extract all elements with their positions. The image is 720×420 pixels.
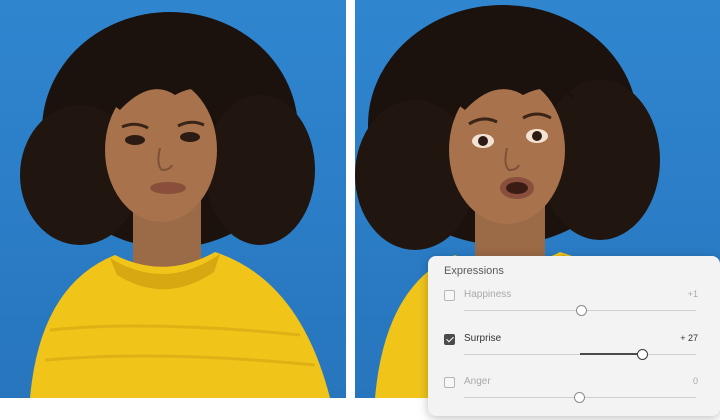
slider-thumb[interactable] [576,305,588,316]
photo-before [0,0,346,398]
expressions-panel: Expressions Happiness +1 Surprise + 27 A… [428,256,720,416]
expression-row-happiness: Happiness +1 [428,289,720,324]
happiness-value: +1 [687,289,698,299]
panel-title: Expressions [444,265,504,277]
anger-value: 0 [692,376,698,386]
happiness-label: Happiness [464,289,512,300]
surprise-label: Surprise [464,333,502,344]
anger-label: Anger [464,376,491,387]
slider-fill [580,353,643,355]
happiness-slider[interactable] [464,305,696,317]
anger-slider[interactable] [464,392,696,404]
expression-row-surprise: Surprise + 27 [428,333,720,368]
expression-row-anger: Anger 0 [428,376,720,411]
anger-checkbox[interactable] [444,377,455,388]
surprise-checkbox[interactable] [444,334,455,345]
surprise-slider[interactable] [464,349,696,361]
happiness-checkbox[interactable] [444,290,455,301]
slider-thumb[interactable] [636,349,648,360]
surprise-value: + 27 [680,333,698,343]
portrait-image-original [20,12,330,398]
slider-thumb[interactable] [574,392,585,403]
